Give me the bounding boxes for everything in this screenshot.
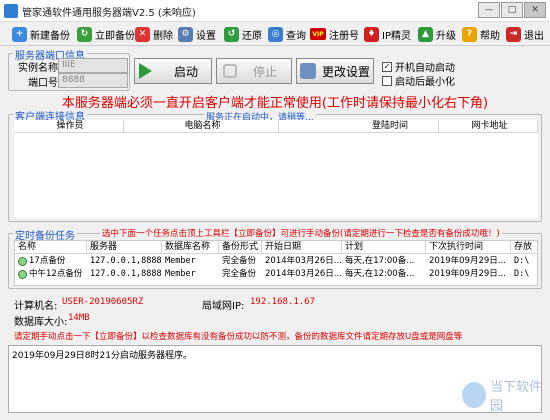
restore-icon: ↺	[224, 26, 239, 42]
db-size-label: 数据库大小:	[14, 317, 68, 328]
column-header[interactable]: 电脑名称	[124, 120, 279, 132]
new-backup-button[interactable]: + 新建备份	[12, 24, 70, 44]
clock-icon	[18, 257, 27, 266]
upgrade-icon: ▲	[418, 26, 433, 42]
lan-ip-label: 局域网IP:	[202, 301, 245, 312]
computer-name-label: 计算机名:	[14, 301, 58, 312]
maximize-button[interactable]: □	[501, 2, 523, 18]
minimize-checkbox[interactable]: 启动后最小化	[382, 73, 455, 88]
ip-wizard-icon: ♦	[364, 26, 379, 42]
tasks-table-header: 名称 服务器 数据库名称 备份形式 开始日期 计划 下次执行时间 存放	[15, 241, 537, 254]
column-header[interactable]: 名称	[15, 241, 87, 253]
computer-name-value: USER-20190605RZ	[62, 297, 144, 307]
column-header[interactable]: 数据库名称	[162, 241, 219, 253]
exit-icon: ⇥	[506, 26, 521, 42]
query-button[interactable]: ◎ 查询	[268, 24, 306, 44]
vip-icon: VIP	[310, 28, 326, 40]
port-field[interactable]: 8888	[58, 73, 128, 88]
title-bar: 管家通软件通用服务器端V2.5 (未响应) — □ ✕	[0, 0, 550, 22]
watermark: 当下软件园	[462, 376, 550, 414]
column-header[interactable]: 下次执行时间	[426, 241, 511, 253]
toolbar: + 新建备份 ↻ 立即备份 ✕ 删除 ⚙ 设置 ↺ 还原 ◎ 查询 VIP 注册号 ♦ IP精灵…	[0, 22, 550, 46]
lan-ip-value: 192.168.1.67	[250, 297, 316, 307]
instance-label: 实例名称:	[18, 63, 62, 74]
upgrade-button[interactable]: ▲ 升级	[418, 24, 456, 44]
client-table-header: 操作员 电脑名称 登陆时间 网卡地址	[14, 120, 538, 133]
delete-icon: ✕	[135, 26, 150, 42]
column-header[interactable]: 服务器	[87, 241, 162, 253]
client-table[interactable]	[14, 133, 538, 218]
change-settings-button[interactable]: 更改设置	[296, 58, 374, 84]
table-row[interactable]: 17点备份 127.0.0.1,8888 Member 完全备份 2014年03…	[15, 255, 537, 268]
settings-icon: ⚙	[178, 26, 193, 42]
column-header[interactable]: 备份形式	[219, 241, 262, 253]
tasks-table[interactable]: 名称 服务器 数据库名称 备份形式 开始日期 计划 下次执行时间 存放 17点备…	[14, 240, 538, 286]
settings-icon	[300, 63, 316, 79]
backup-warning: 请定期手动点击一下【立即备份】以检查数据库有没有备份成功以防不测，备份的数据库文…	[14, 332, 463, 342]
log-entry: 2019年09月29日8时21分启动服务器程序。	[12, 351, 192, 361]
app-icon	[4, 4, 18, 18]
port-label: 端口号:	[28, 78, 62, 89]
help-button[interactable]: ? 帮助	[462, 24, 500, 44]
exit-button[interactable]: ⇥ 退出	[506, 24, 544, 44]
column-header[interactable]: 计划	[342, 241, 426, 253]
tasks-hint: 选中下面一个任务点击顶上工具栏【立即备份】可进行手动备份(请定期进行一下检查是否…	[100, 227, 502, 239]
new-backup-icon: +	[12, 26, 27, 42]
column-header[interactable]: 登陆时间	[279, 120, 439, 132]
play-icon	[139, 63, 152, 79]
column-header[interactable]: 存放	[511, 241, 537, 253]
help-icon: ?	[462, 26, 477, 42]
window-title: 管家通软件通用服务器端V2.5 (未响应)	[22, 8, 196, 19]
backup-now-icon: ↻	[77, 26, 92, 42]
table-row[interactable]: 中午12点备份 127.0.0.1,8888 Member 完全备份 2014年…	[15, 268, 537, 281]
column-header[interactable]: 操作员	[14, 120, 124, 132]
db-size-value: 14MB	[68, 313, 90, 323]
column-header[interactable]: 网卡地址	[439, 120, 538, 132]
ip-wizard-button[interactable]: ♦ IP精灵	[364, 24, 411, 44]
watermark-logo-icon	[462, 382, 486, 408]
delete-button[interactable]: ✕ 删除	[135, 24, 173, 44]
close-button[interactable]: ✕	[524, 2, 546, 18]
clock-icon	[18, 270, 27, 279]
start-button[interactable]: 启动	[134, 58, 212, 84]
instance-field[interactable]: IIIE	[58, 58, 128, 73]
stop-icon	[223, 64, 237, 78]
restore-button[interactable]: ↺ 还原	[224, 24, 262, 44]
settings-button[interactable]: ⚙ 设置	[178, 24, 216, 44]
stop-button[interactable]: 停止	[216, 58, 292, 84]
backup-now-button[interactable]: ↻ 立即备份	[77, 24, 135, 44]
autostart-checkbox[interactable]: ✓ 开机自动启动	[382, 59, 455, 74]
register-button[interactable]: VIP 注册号	[310, 24, 359, 44]
query-icon: ◎	[268, 26, 283, 42]
column-header[interactable]: 开始日期	[262, 241, 342, 253]
minimize-button[interactable]: —	[478, 2, 500, 18]
checkmark-icon: ✓	[382, 61, 392, 72]
